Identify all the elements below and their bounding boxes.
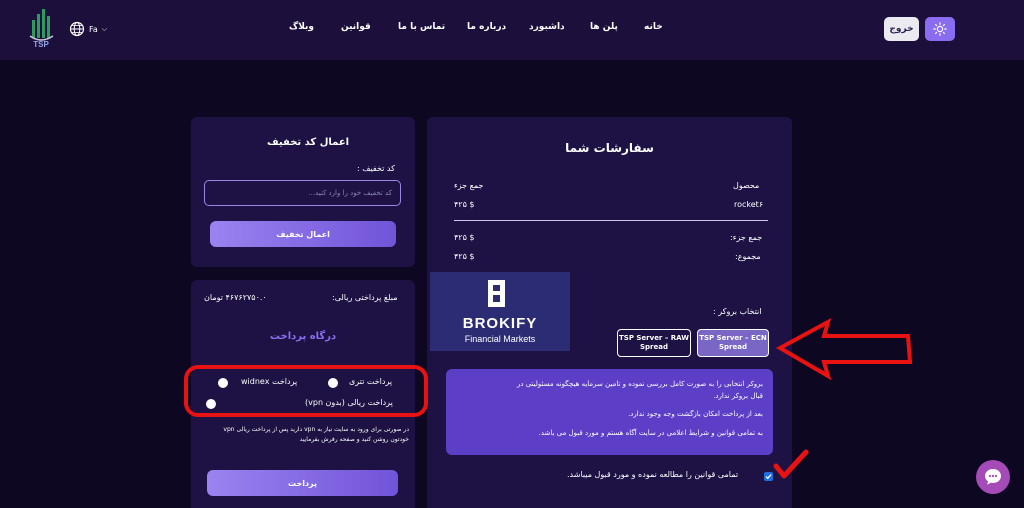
nav-blog[interactable]: وبلاگ — [289, 22, 314, 32]
chat-support-button[interactable] — [976, 460, 1010, 494]
discount-field-label: کد تخفیف : — [357, 164, 395, 173]
broker-raw-line1: TSP Server – RAW — [619, 333, 689, 342]
order-divider — [454, 220, 768, 221]
broker-option-ecn[interactable]: TSP Server – ECN Spread — [697, 329, 769, 357]
broker-ecn-line2: Spread — [719, 343, 747, 351]
sun-icon — [933, 22, 947, 36]
broker-disclaimer-box: بروکر انتخابی را به صورت کامل بررسی نمود… — [446, 369, 773, 455]
column-subtotal-label: جمع جزء — [454, 181, 484, 190]
check-icon — [765, 474, 772, 480]
subtotal-value: $ ۴۲۵ — [454, 233, 475, 242]
main-nav: خانه پلن ها داشبورد درباره ما تماس با ما… — [0, 22, 1024, 36]
discount-title: اعمال کد تخفیف — [267, 137, 350, 148]
chat-bubble-icon — [985, 469, 1001, 485]
payment-amount-label: مبلغ پرداختی ریالی: — [332, 293, 398, 302]
subtotal-label: جمع جزء: — [730, 233, 763, 242]
orders-title: سفارشات شما — [565, 141, 654, 155]
brokify-subtitle: Financial Markets — [465, 334, 536, 344]
disclaimer-line-3: بعد از پرداخت امکان بازگشت وجه وجود ندار… — [628, 410, 763, 418]
red-checkmark-annotation — [773, 449, 809, 479]
nav-plans[interactable]: پلن ها — [590, 22, 618, 32]
apply-discount-button[interactable]: اعمال تخفیف — [210, 221, 396, 247]
broker-raw-line2: Spread — [640, 343, 668, 351]
pay-button[interactable]: پرداخت — [207, 470, 398, 496]
disclaimer-line-2: قبال بروکر ندارد. — [713, 392, 763, 400]
nav-contact[interactable]: تماس با ما — [398, 22, 445, 32]
payment-amount-value: ۴۶۷۶۲۷۵۰.۰ تومان — [204, 293, 267, 302]
column-product-label: محصول — [733, 181, 760, 190]
brokify-banner: BROKIFY Financial Markets — [430, 272, 570, 351]
nav-dashboard[interactable]: داشبورد — [529, 22, 565, 32]
disclaimer-line-4: به تمامی قوانین و شرایط اعلامی در سایت آ… — [538, 429, 763, 437]
product-name: rocket۶ — [734, 200, 764, 209]
nav-about[interactable]: درباره ما — [467, 22, 506, 32]
red-highlight-box — [184, 365, 428, 417]
theme-toggle-button[interactable] — [925, 17, 955, 41]
broker-select-label: انتخاب بروکر : — [713, 307, 762, 316]
product-price: $ ۴۲۵ — [454, 200, 475, 209]
vpn-note: در صورتی برای ورود به سایت نیاز به vpn د… — [223, 426, 409, 443]
broker-ecn-line1: TSP Server – ECN — [699, 333, 767, 342]
agree-label: تمامی قوانین را مطالعه نموده و مورد قبول… — [567, 470, 739, 479]
top-header: TSP Fa ⌵ خانه پلن ها داشبورد درباره ما ت… — [0, 0, 1024, 60]
logout-button[interactable]: خروج — [884, 17, 919, 41]
broker-option-raw[interactable]: TSP Server – RAW Spread — [617, 329, 691, 357]
payment-gateway-title: درگاه پرداخت — [269, 331, 337, 342]
total-value: $ ۴۲۵ — [454, 252, 475, 261]
nav-home[interactable]: خانه — [644, 22, 663, 32]
nav-rules[interactable]: قوانین — [341, 22, 371, 32]
total-label: مجموع: — [735, 252, 761, 261]
red-arrow-annotation — [776, 318, 913, 380]
brokify-name: BROKIFY — [463, 315, 538, 332]
disclaimer-line-1: بروکر انتخابی را به صورت کامل بررسی نمود… — [517, 380, 763, 388]
discount-code-input[interactable]: کد تخفیف خود را وارد کنید... — [204, 180, 401, 206]
svg-text:TSP: TSP — [33, 40, 49, 48]
